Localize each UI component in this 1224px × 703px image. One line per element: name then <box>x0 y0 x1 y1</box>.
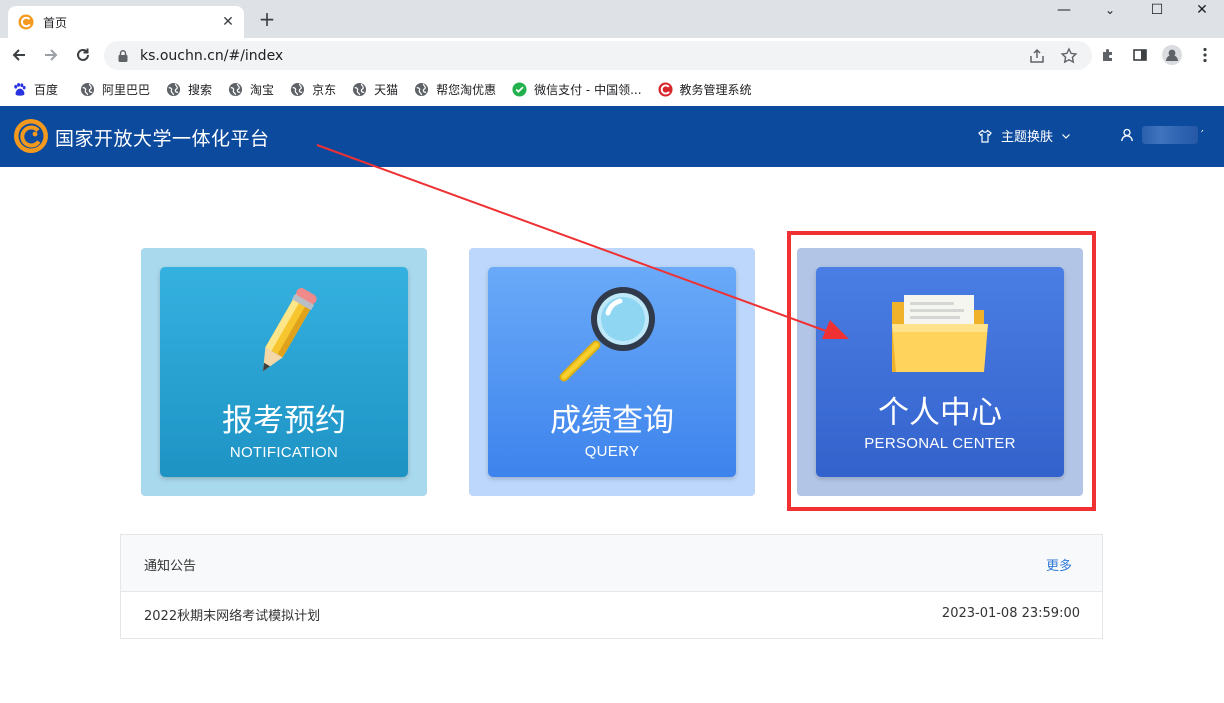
notice-item-date: 2023-01-08 23:59:00 <box>941 606 1080 621</box>
ouchn-logo-icon <box>18 14 34 30</box>
notice-header: 通知公告 更多 <box>121 535 1102 592</box>
browser-tab[interactable]: 首页 ✕ <box>8 6 244 38</box>
bookmark-label: 京东 <box>312 82 337 97</box>
globe-icon <box>80 82 95 96</box>
card-subtitle: NOTIFICATION <box>229 444 339 461</box>
site-header: 国家开放大学一体化平台 主题换肤 ′ <box>0 106 1224 167</box>
username-suffix: ′ <box>1201 128 1204 142</box>
side-panel-icon[interactable] <box>1129 44 1151 66</box>
tab-strip: 首页 ✕ + — ⌄ ☐ ✕ <box>0 0 1224 38</box>
theme-switch-button[interactable]: 主题换肤 <box>978 126 1071 145</box>
globe-icon <box>228 82 243 96</box>
magnifier-icon <box>559 287 655 382</box>
bookmarks-bar: 百度 阿里巴巴 搜索 淘宝 京东 天猫 帮您淘优惠 微信支付 - 中国领... … <box>0 72 1224 106</box>
bookmark-tmall[interactable]: 天猫 <box>352 76 398 102</box>
bookmark-label: 阿里巴巴 <box>102 82 151 97</box>
ouchn-logo-icon[interactable] <box>13 118 49 154</box>
extensions-icon[interactable] <box>1097 44 1119 66</box>
globe-icon <box>166 82 181 96</box>
card-title: 成绩查询 <box>550 403 674 438</box>
share-icon[interactable] <box>1028 47 1046 65</box>
lock-icon <box>118 49 128 62</box>
bookmark-baidu[interactable]: 百度 <box>12 76 58 102</box>
card-query[interactable]: 成绩查询 QUERY <box>469 248 755 496</box>
bookmark-deals[interactable]: 帮您淘优惠 <box>414 76 496 102</box>
card-title: 报考预约 <box>222 403 346 438</box>
bookmark-wechat-pay[interactable]: 微信支付 - 中国领... <box>512 76 642 102</box>
card-query-panel[interactable]: 成绩查询 QUERY <box>488 267 736 477</box>
notice-title: 通知公告 <box>144 559 197 574</box>
bookmark-label: 微信支付 - 中国领... <box>534 82 642 97</box>
close-tab-icon[interactable]: ✕ <box>218 12 238 32</box>
baidu-paw-icon <box>14 82 26 96</box>
chevron-down-icon[interactable]: ⌄ <box>1087 0 1133 22</box>
notice-panel: 通知公告 更多 2022秋期末网络考试模拟计划 2023-01-08 23:59… <box>120 534 1103 639</box>
theme-switch-label: 主题换肤 <box>1001 130 1054 145</box>
back-icon[interactable] <box>7 43 31 67</box>
bookmark-label: 淘宝 <box>250 82 275 97</box>
profile-avatar-icon[interactable] <box>1161 44 1183 66</box>
close-window-icon[interactable]: ✕ <box>1179 0 1224 22</box>
more-menu-icon[interactable] <box>1194 44 1216 66</box>
notice-more-link[interactable]: 更多 <box>1046 555 1072 574</box>
url-text: ks.ouchn.cn/#/index <box>140 47 284 64</box>
globe-icon <box>415 82 429 96</box>
new-tab-icon[interactable]: + <box>256 9 278 31</box>
bookmark-jd[interactable]: 京东 <box>290 76 336 102</box>
user-menu[interactable]: ′ <box>1120 126 1204 144</box>
bookmark-label: 教务管理系统 <box>679 82 752 97</box>
globe-icon <box>353 82 367 96</box>
bookmark-label: 搜索 <box>188 82 213 97</box>
forward-icon[interactable] <box>39 43 63 67</box>
card-notification-panel[interactable]: 报考预约 NOTIFICATION <box>160 267 408 477</box>
wechat-icon <box>512 81 527 97</box>
user-icon <box>1121 128 1133 142</box>
username-redacted <box>1142 126 1198 144</box>
reload-icon[interactable] <box>71 43 95 67</box>
bookmark-academic-system[interactable]: 教务管理系统 <box>657 76 752 102</box>
minimize-icon[interactable]: — <box>1041 0 1087 22</box>
bookmark-star-icon[interactable] <box>1060 46 1078 65</box>
list-item[interactable]: 2022秋期末网络考试模拟计划 2023-01-08 23:59:00 <box>121 592 1102 638</box>
bookmark-label: 天猫 <box>374 82 399 97</box>
bookmark-alibaba[interactable]: 阿里巴巴 <box>80 76 150 102</box>
ouchn-logo-icon <box>657 81 673 97</box>
card-notification[interactable]: 报考预约 NOTIFICATION <box>141 248 427 496</box>
bookmark-search[interactable]: 搜索 <box>166 76 212 102</box>
bookmark-label: 帮您淘优惠 <box>436 82 497 97</box>
maximize-icon[interactable]: ☐ <box>1134 0 1180 22</box>
annotation-highlight-box <box>787 231 1096 511</box>
pencil-icon <box>263 288 317 372</box>
globe-icon <box>291 82 305 96</box>
card-subtitle: QUERY <box>584 443 640 460</box>
address-bar[interactable]: ks.ouchn.cn/#/index <box>104 41 1092 70</box>
browser-toolbar: ks.ouchn.cn/#/index <box>0 38 1224 72</box>
bookmark-label: 百度 <box>34 82 59 97</box>
shirt-icon <box>978 129 992 143</box>
notice-item-title[interactable]: 2022秋期末网络考试模拟计划 <box>144 605 320 624</box>
chevron-down-icon <box>1062 133 1070 139</box>
tab-title: 首页 <box>43 15 68 30</box>
platform-title: 国家开放大学一体化平台 <box>55 129 270 150</box>
bookmark-taobao[interactable]: 淘宝 <box>228 76 274 102</box>
